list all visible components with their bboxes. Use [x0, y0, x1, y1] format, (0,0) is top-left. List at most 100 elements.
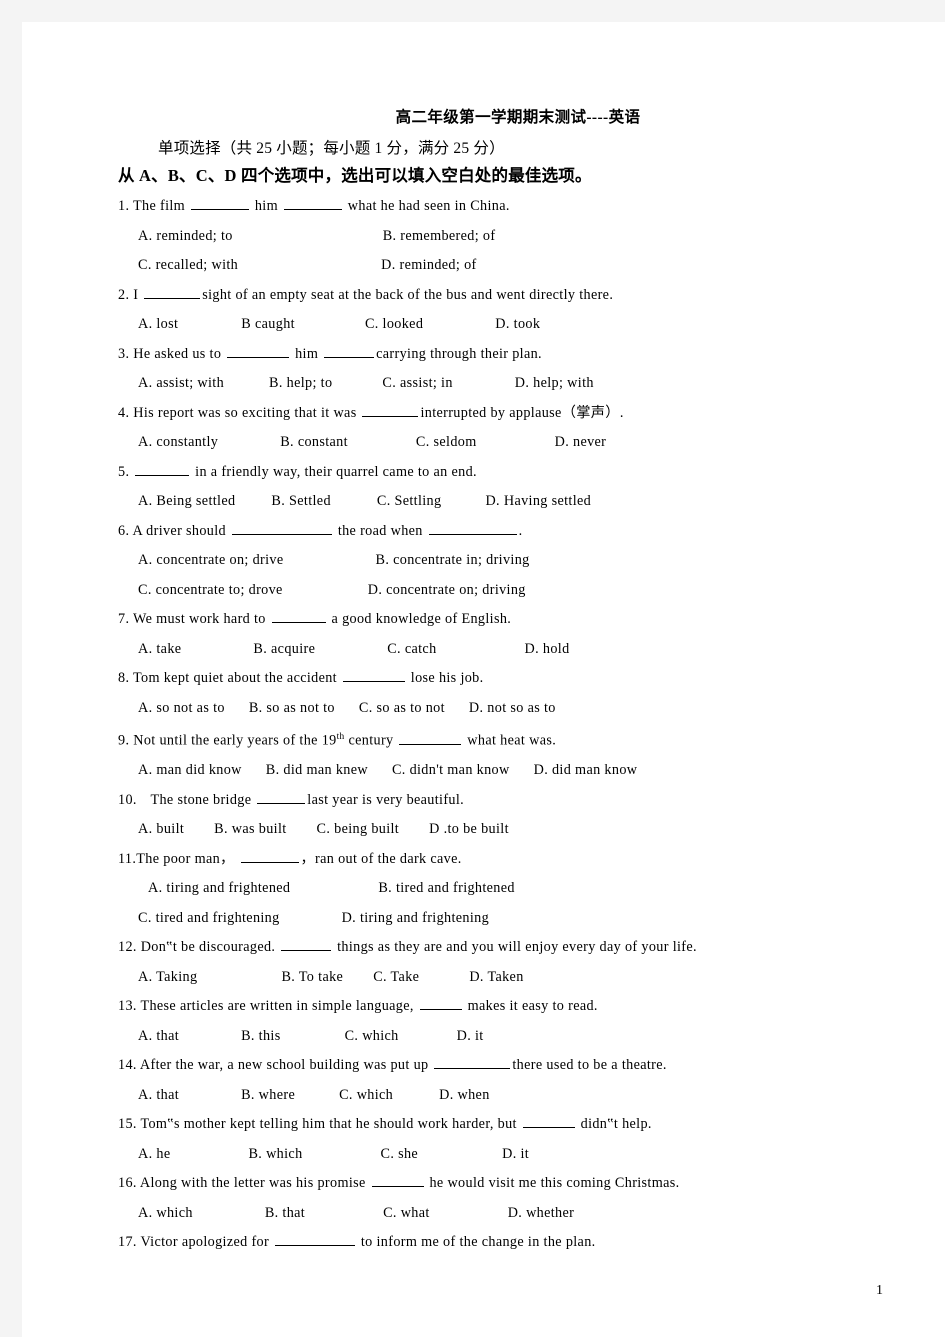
stem-text: a good knowledge of English. — [331, 611, 512, 627]
option-c[interactable]: C. which — [339, 1087, 393, 1103]
stem-text: He asked us to — [133, 345, 222, 362]
option-b[interactable]: B. where — [241, 1087, 295, 1103]
option-a[interactable]: A. Taking — [138, 969, 197, 985]
option-d[interactable]: D .to be built — [429, 821, 509, 837]
option-c[interactable]: C. catch — [387, 641, 436, 657]
answer-blank — [135, 461, 190, 476]
option-d[interactable]: D. it — [457, 1028, 484, 1044]
option-a[interactable]: A. built — [138, 821, 184, 837]
question-item: 12. Don‟t be discouraged. things as they… — [118, 933, 858, 992]
option-d[interactable]: D. tiring and frightening — [342, 910, 489, 926]
option-a[interactable]: A. assist; with — [138, 375, 224, 391]
option-a[interactable]: A. take — [138, 641, 181, 657]
question-item: 7. We must work hard to a good knowledge… — [118, 605, 858, 664]
option-a[interactable]: A. man did know — [138, 762, 242, 778]
question-options: A. built B. was built C. being built D .to … — [118, 815, 858, 845]
option-b[interactable]: B. To take — [281, 969, 343, 985]
question-stem: 7. We must work hard to a good knowledge… — [118, 605, 858, 635]
answer-blank — [190, 196, 249, 210]
option-a[interactable]: A. Being settled — [138, 493, 235, 509]
question-options: A. he B. which C. she D. it — [118, 1140, 858, 1170]
option-d[interactable]: D. Having settled — [485, 493, 591, 509]
option-b[interactable]: B. tired and frightened — [378, 880, 515, 896]
option-b[interactable]: B. was built — [214, 821, 286, 837]
option-d[interactable]: D. hold — [525, 641, 570, 657]
option-d[interactable]: D. help; with — [515, 375, 594, 391]
option-d[interactable]: D. concentrate on; driving — [368, 582, 526, 598]
answer-blank — [281, 937, 332, 952]
option-a[interactable]: A. constantly — [138, 434, 218, 450]
option-c[interactable]: C. which — [345, 1028, 399, 1044]
option-b[interactable]: B caught — [241, 316, 295, 332]
option-a[interactable]: A. which — [138, 1205, 193, 1221]
stem-text: makes it easy to read. — [467, 998, 598, 1015]
question-item: 9. Not until the early years of the 19th… — [118, 723, 858, 786]
answer-blank — [434, 1055, 511, 1070]
option-c[interactable]: C. being built — [317, 821, 400, 837]
option-b[interactable]: B. help; to — [269, 375, 332, 391]
option-b[interactable]: B. which — [248, 1146, 302, 1162]
option-d[interactable]: D. not so as to — [469, 700, 556, 716]
option-b[interactable]: B. that — [265, 1205, 305, 1221]
option-d[interactable]: D. reminded; of — [381, 257, 476, 273]
option-a[interactable]: A. reminded; to — [138, 228, 233, 244]
option-b[interactable]: B. did man knew — [266, 762, 368, 778]
option-b[interactable]: B. constant — [280, 434, 348, 450]
option-c[interactable]: C. looked — [365, 316, 423, 332]
stem-text: Not until the early years of the 19 — [133, 732, 337, 749]
option-a[interactable]: A. tiring and frightened — [148, 880, 290, 896]
option-a[interactable]: A. that — [138, 1087, 179, 1103]
option-b[interactable]: B. concentrate in; driving — [376, 552, 530, 568]
question-options: C. tired and frightening D. tiring and fr… — [118, 904, 858, 934]
question-number: 9. — [118, 732, 130, 749]
option-a[interactable]: A. lost — [138, 316, 178, 332]
option-b[interactable]: B. so as not to — [249, 700, 335, 716]
stem-text: century — [348, 732, 394, 749]
question-number: 13. — [118, 998, 137, 1015]
option-d[interactable]: D. did man know — [534, 762, 638, 778]
option-c[interactable]: C. Settling — [377, 493, 442, 509]
option-c[interactable]: C. recalled; with — [138, 257, 238, 273]
question-options: A. lost B caught C. looked D. took — [118, 310, 858, 340]
answer-blank — [362, 402, 419, 417]
option-a[interactable]: A. he — [138, 1146, 170, 1162]
question-number: 5. — [118, 463, 130, 480]
option-d[interactable]: D. when — [439, 1087, 490, 1103]
option-c[interactable]: C. she — [381, 1146, 419, 1162]
option-c[interactable]: C. so as to not — [359, 700, 445, 716]
option-b[interactable]: B. acquire — [253, 641, 315, 657]
option-b[interactable]: B. Settled — [271, 493, 330, 509]
option-c[interactable]: C. what — [383, 1205, 430, 1221]
answer-blank — [274, 1232, 355, 1247]
document-content: 高二年级第一学期期末测试----英语 单项选择（共 25 小题；每小题 1 分，… — [118, 105, 858, 1258]
question-number: 1. — [118, 198, 130, 214]
option-c[interactable]: C. assist; in — [382, 375, 452, 391]
option-c[interactable]: C. tired and frightening — [138, 910, 280, 926]
option-c[interactable]: C. concentrate to; drove — [138, 582, 283, 598]
option-d[interactable]: D. Taken — [469, 969, 523, 985]
option-a[interactable]: A. so not as to — [138, 700, 225, 716]
question-stem: 9. Not until the early years of the 19th… — [118, 723, 858, 756]
question-number: 17. — [118, 1234, 137, 1251]
option-d[interactable]: D. never — [555, 434, 607, 450]
option-b[interactable]: B. remembered; of — [383, 228, 496, 244]
option-a[interactable]: A. that — [138, 1028, 179, 1044]
question-item: 4. His report was so exciting that it wa… — [118, 399, 858, 458]
stem-text: to inform me of the change in the plan. — [360, 1234, 596, 1251]
stem-text: I — [133, 286, 139, 303]
option-d[interactable]: D. took — [495, 316, 540, 332]
question-options: A. that B. this C. which D. it — [118, 1022, 858, 1052]
option-d[interactable]: D. it — [502, 1146, 529, 1162]
question-options: A. reminded; to B. remembered; of — [118, 222, 858, 252]
stem-text: things as they are and you will enjoy ev… — [337, 939, 697, 956]
option-a[interactable]: A. concentrate on; drive — [138, 552, 284, 568]
option-c[interactable]: C. Take — [373, 969, 419, 985]
stem-text: After the war, a new school building was… — [139, 1057, 429, 1074]
question-stem: 13. These articles are written in simple… — [118, 992, 858, 1022]
option-c[interactable]: C. seldom — [416, 434, 477, 450]
question-item: 15. Tom‟s mother kept telling him that h… — [118, 1110, 858, 1169]
option-d[interactable]: D. whether — [508, 1205, 575, 1221]
option-b[interactable]: B. this — [241, 1028, 281, 1044]
option-c[interactable]: C. didn't man know — [392, 762, 510, 778]
question-number: 7. — [118, 611, 130, 627]
